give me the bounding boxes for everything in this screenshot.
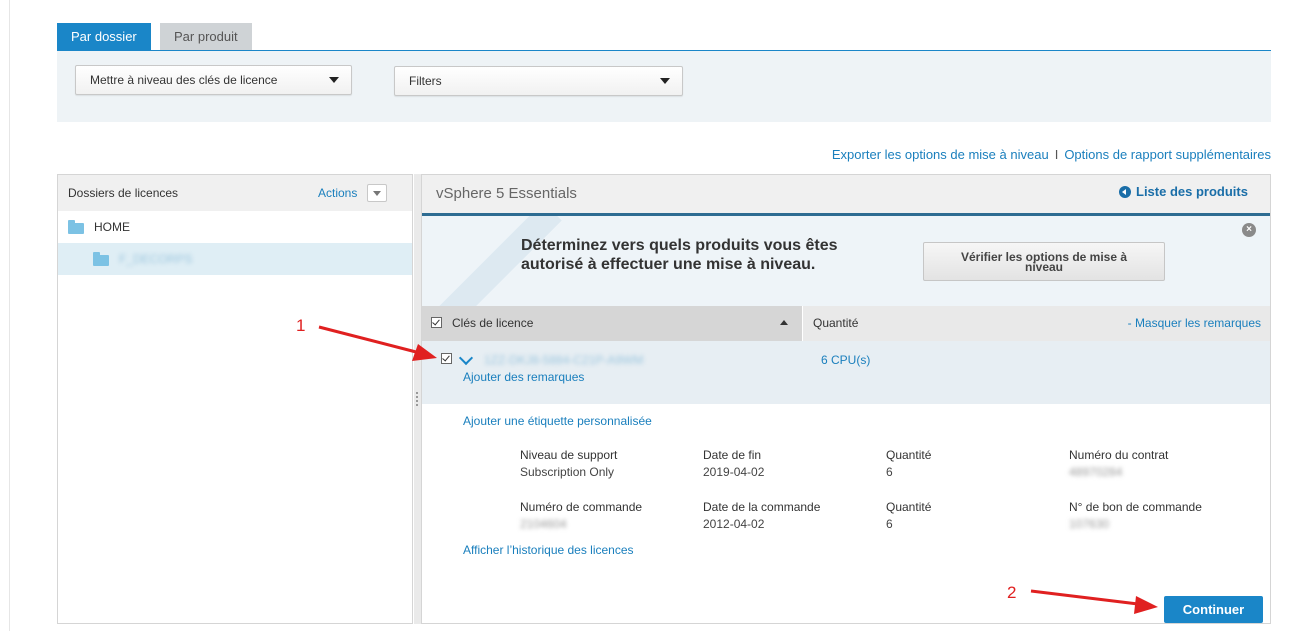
annotation-arrow-1 bbox=[318, 325, 437, 361]
annotation-arrows bbox=[318, 325, 1158, 614]
annotation-arrow-2 bbox=[1030, 589, 1158, 614]
